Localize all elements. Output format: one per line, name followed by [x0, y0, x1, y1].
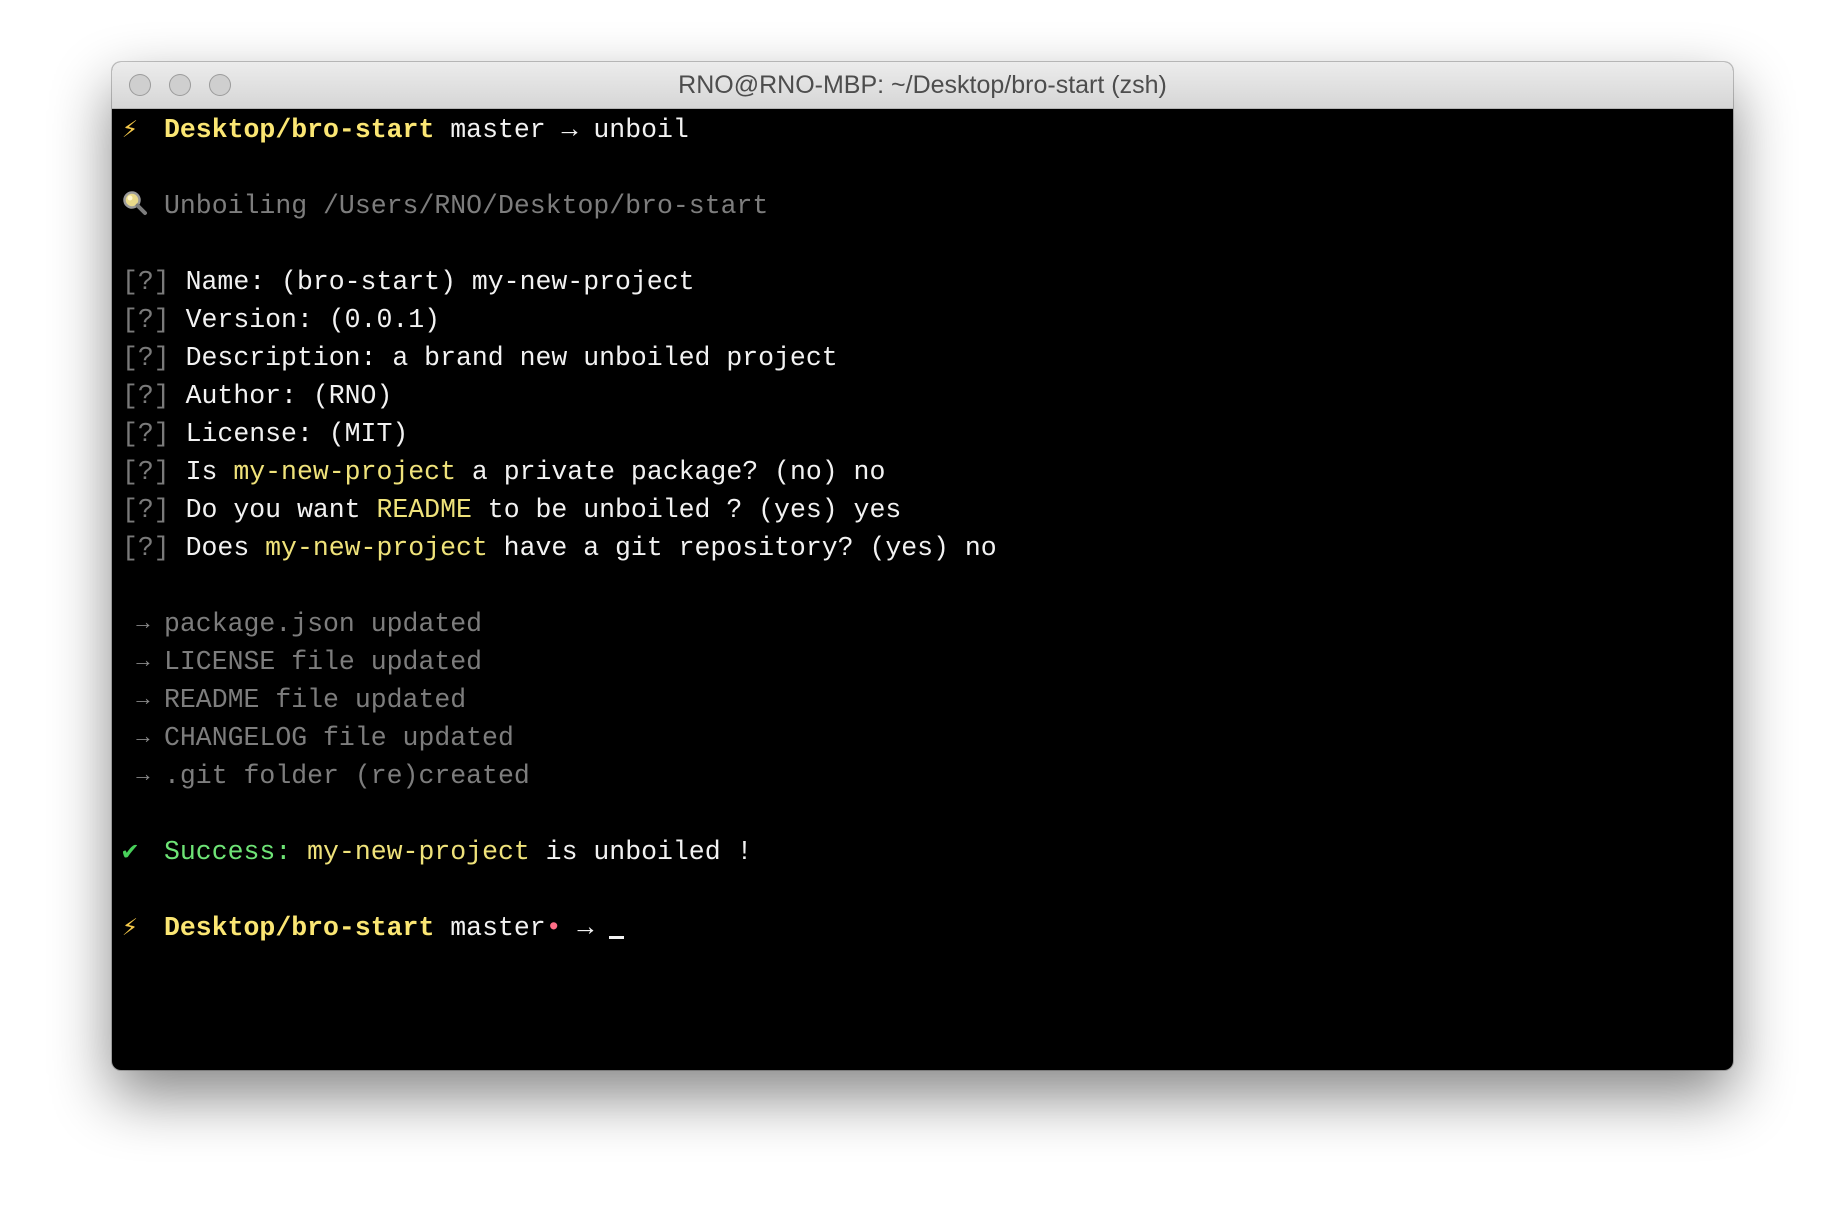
- question-line: [?] Is my-new-project a private package?…: [122, 453, 1733, 491]
- question-marker: [?]: [122, 495, 170, 525]
- question-text: a private package? (no) no: [455, 457, 886, 487]
- prompt-path: Desktop/bro-start: [164, 913, 435, 943]
- text-cursor[interactable]: [609, 936, 625, 939]
- magnifying-glass-icon: [122, 190, 148, 216]
- question-text: Name: (bro-start) my-new-project: [185, 267, 695, 297]
- question-line: [?] Author: (RNO): [122, 377, 1733, 415]
- prompt-command: unboil: [593, 115, 689, 145]
- update-text: README file updated: [164, 685, 467, 715]
- prompt-line-2[interactable]: ⚡ Desktop/bro-start master• →: [122, 909, 1733, 947]
- prompt-arrow: →: [561, 115, 578, 145]
- question-highlight: my-new-project: [233, 457, 456, 487]
- question-text: Do you want: [185, 495, 377, 525]
- terminal-output[interactable]: ⚡ Desktop/bro-start master → unboil Unboi…: [112, 109, 1733, 947]
- question-line: [?] Description: a brand new unboiled pr…: [122, 339, 1733, 377]
- arrow-icon: →: [136, 725, 150, 750]
- question-text: Description: a brand new unboiled projec…: [185, 343, 838, 373]
- prompt-line-1: ⚡ Desktop/bro-start master → unboil: [122, 111, 1733, 149]
- question-text: Author: (RNO): [185, 381, 393, 411]
- window-title: RNO@RNO-MBP: ~/Desktop/bro-start (zsh): [678, 71, 1167, 99]
- lightning-bolt-icon: ⚡: [122, 115, 138, 145]
- question-text: have a git repository? (yes) no: [487, 533, 997, 563]
- arrow-icon: →: [136, 687, 150, 712]
- question-marker: [?]: [122, 457, 170, 487]
- question-line: [?] License: (MIT): [122, 415, 1733, 453]
- question-list: [?] Name: (bro-start) my-new-project [?] …: [122, 263, 1733, 567]
- question-text: License: (MIT): [185, 419, 409, 449]
- update-text: .git folder (re)created: [164, 761, 530, 791]
- question-text: to be unboiled ? (yes) yes: [471, 495, 902, 525]
- question-text: Does: [185, 533, 266, 563]
- terminal-window: RNO@RNO-MBP: ~/Desktop/bro-start (zsh) ⚡…: [112, 62, 1733, 1070]
- question-marker: [?]: [122, 419, 170, 449]
- arrow-icon: →: [136, 649, 150, 674]
- success-project: my-new-project: [307, 837, 530, 867]
- update-text: LICENSE file updated: [164, 647, 483, 677]
- success-rest: is unboiled !: [529, 837, 753, 867]
- arrow-icon: →: [136, 763, 150, 788]
- update-text: package.json updated: [164, 609, 483, 639]
- title-bar[interactable]: RNO@RNO-MBP: ~/Desktop/bro-start (zsh): [112, 62, 1733, 109]
- unboiling-text: Unboiling /Users/RNO/Desktop/bro-start: [164, 191, 769, 221]
- update-list: → package.json updated → LICENSE file updat…: [122, 605, 1733, 795]
- question-line: [?] Does my-new-project have a git repos…: [122, 529, 1733, 567]
- question-highlight: README: [376, 495, 472, 525]
- prompt-arrow: →: [577, 913, 594, 943]
- arrow-icon: →: [136, 611, 150, 636]
- unboiling-line: Unboiling /Users/RNO/Desktop/bro-start: [122, 187, 1733, 225]
- question-highlight: my-new-project: [265, 533, 488, 563]
- prompt-path: Desktop/bro-start: [164, 115, 435, 145]
- question-marker: [?]: [122, 267, 170, 297]
- dirty-indicator: •: [545, 913, 562, 943]
- question-text: Version: (0.0.1): [185, 305, 441, 335]
- question-line: [?] Version: (0.0.1): [122, 301, 1733, 339]
- prompt-branch: master: [450, 913, 546, 943]
- success-label: Success:: [164, 837, 292, 867]
- update-line: → .git folder (re)created: [122, 757, 1733, 795]
- checkmark-icon: ✔: [122, 837, 138, 867]
- lightning-bolt-icon: ⚡: [122, 913, 138, 943]
- question-line: [?] Name: (bro-start) my-new-project: [122, 263, 1733, 301]
- question-text: Is: [185, 457, 234, 487]
- success-line: ✔ Success: my-new-project is unboiled !: [122, 833, 1733, 871]
- update-line: → package.json updated: [122, 605, 1733, 643]
- question-marker: [?]: [122, 343, 170, 373]
- prompt-branch: master: [450, 115, 546, 145]
- update-text: CHANGELOG file updated: [164, 723, 514, 753]
- question-line: [?] Do you want README to be unboiled ? …: [122, 491, 1733, 529]
- update-line: → LICENSE file updated: [122, 643, 1733, 681]
- update-line: → README file updated: [122, 681, 1733, 719]
- update-line: → CHANGELOG file updated: [122, 719, 1733, 757]
- question-marker: [?]: [122, 305, 170, 335]
- question-marker: [?]: [122, 533, 170, 563]
- question-marker: [?]: [122, 381, 170, 411]
